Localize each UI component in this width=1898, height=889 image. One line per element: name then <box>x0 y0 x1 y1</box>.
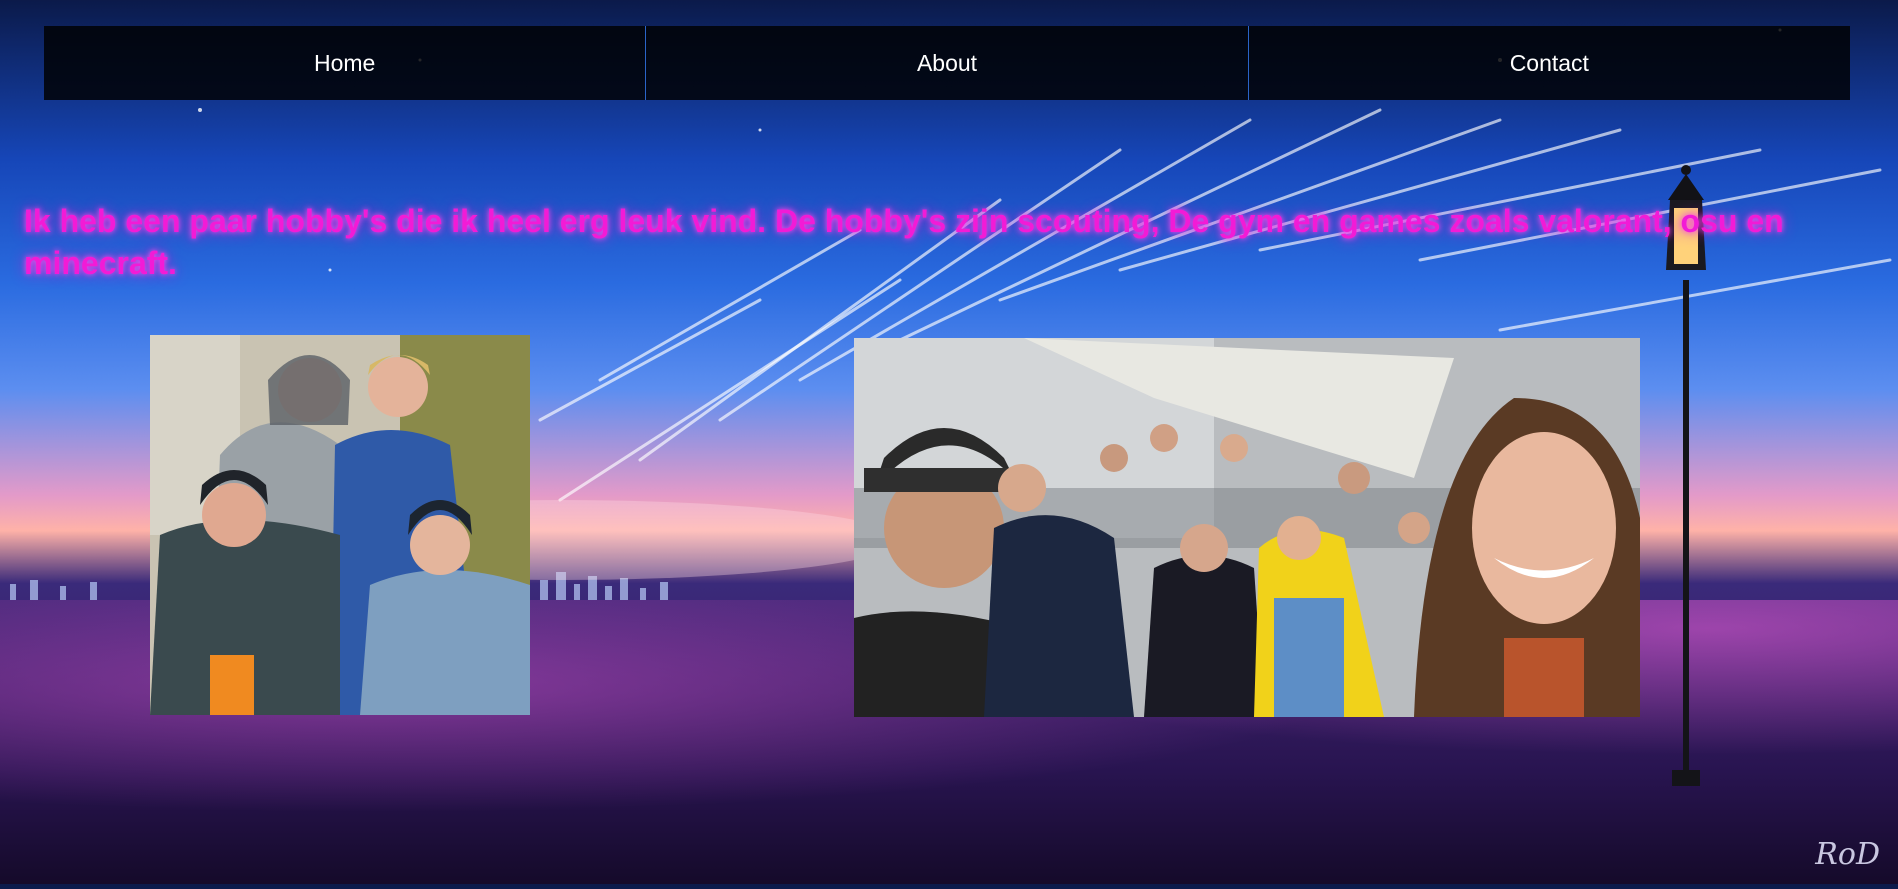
friends-group-photo <box>150 335 530 715</box>
top-navigation: Home About Contact <box>44 26 1850 100</box>
sailing-group-selfie-photo <box>854 338 1640 717</box>
hobbies-intro-text: Ik heb een paar hobby's die ik heel erg … <box>24 203 1784 281</box>
nav-home-link[interactable]: Home <box>44 26 647 100</box>
nav-about-link[interactable]: About <box>646 26 1249 100</box>
nav-contact-link[interactable]: Contact <box>1249 26 1850 100</box>
artist-signature: RoD <box>1815 837 1880 872</box>
